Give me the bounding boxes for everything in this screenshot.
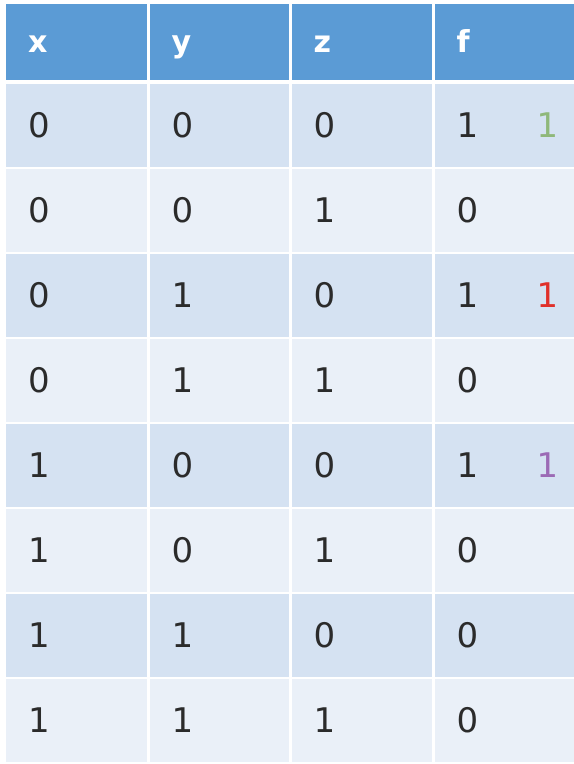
cell-z: 0 [290, 593, 435, 679]
f-value: 0 [456, 700, 479, 741]
minterm-mark: 1 [536, 105, 558, 146]
cell-f: 0 [433, 338, 574, 424]
cell-z: 1 [290, 338, 435, 424]
table-row: 0 1 1 0 [6, 338, 574, 424]
cell-z: 1 [290, 168, 435, 254]
f-value: 0 [456, 615, 479, 656]
cell-z: 1 [290, 678, 435, 764]
cell-z: 1 [290, 508, 435, 594]
table-row: 0 0 1 0 [6, 168, 574, 254]
cell-x: 0 [6, 168, 150, 254]
cell-x: 0 [6, 338, 150, 424]
cell-z: 0 [290, 82, 435, 169]
minterm-mark: 1 [536, 445, 558, 486]
cell-f: 11 [433, 423, 574, 509]
cell-x: 1 [6, 678, 150, 764]
header-x: x [6, 4, 150, 84]
cell-x: 1 [6, 508, 150, 594]
cell-x: 0 [6, 82, 150, 169]
truth-table-container: x y z f 0 0 0 11 0 0 1 0 0 1 0 1 1 0 1 1… [6, 4, 574, 764]
cell-f: 11 [433, 82, 574, 169]
f-value: 1 [456, 105, 479, 146]
cell-y: 1 [148, 338, 292, 424]
cell-f: 11 [433, 253, 574, 339]
cell-z: 0 [290, 423, 435, 509]
cell-y: 0 [148, 508, 292, 594]
cell-y: 1 [148, 253, 292, 339]
cell-y: 0 [148, 82, 292, 169]
header-y: y [148, 4, 292, 84]
cell-y: 1 [148, 593, 292, 679]
f-value: 0 [456, 530, 479, 571]
f-value: 1 [456, 275, 479, 316]
table-row: 0 1 0 11 [6, 253, 574, 339]
cell-f: 0 [433, 678, 574, 764]
header-f: f [433, 4, 574, 84]
truth-table: x y z f 0 0 0 11 0 0 1 0 0 1 0 1 1 0 1 1… [6, 4, 574, 764]
header-row: x y z f [6, 4, 574, 84]
f-value: 0 [456, 360, 479, 401]
cell-x: 0 [6, 253, 150, 339]
cell-f: 0 [433, 593, 574, 679]
f-value: 1 [456, 445, 479, 486]
minterm-mark: 1 [536, 275, 558, 316]
cell-y: 1 [148, 678, 292, 764]
f-value: 0 [456, 190, 479, 231]
cell-y: 0 [148, 168, 292, 254]
cell-f: 0 [433, 508, 574, 594]
table-row: 1 1 1 0 [6, 678, 574, 764]
table-row: 0 0 0 11 [6, 82, 574, 169]
table-row: 1 1 0 0 [6, 593, 574, 679]
cell-y: 0 [148, 423, 292, 509]
cell-x: 1 [6, 423, 150, 509]
cell-z: 0 [290, 253, 435, 339]
table-row: 1 0 0 11 [6, 423, 574, 509]
header-z: z [290, 4, 435, 84]
table-row: 1 0 1 0 [6, 508, 574, 594]
cell-x: 1 [6, 593, 150, 679]
cell-f: 0 [433, 168, 574, 254]
